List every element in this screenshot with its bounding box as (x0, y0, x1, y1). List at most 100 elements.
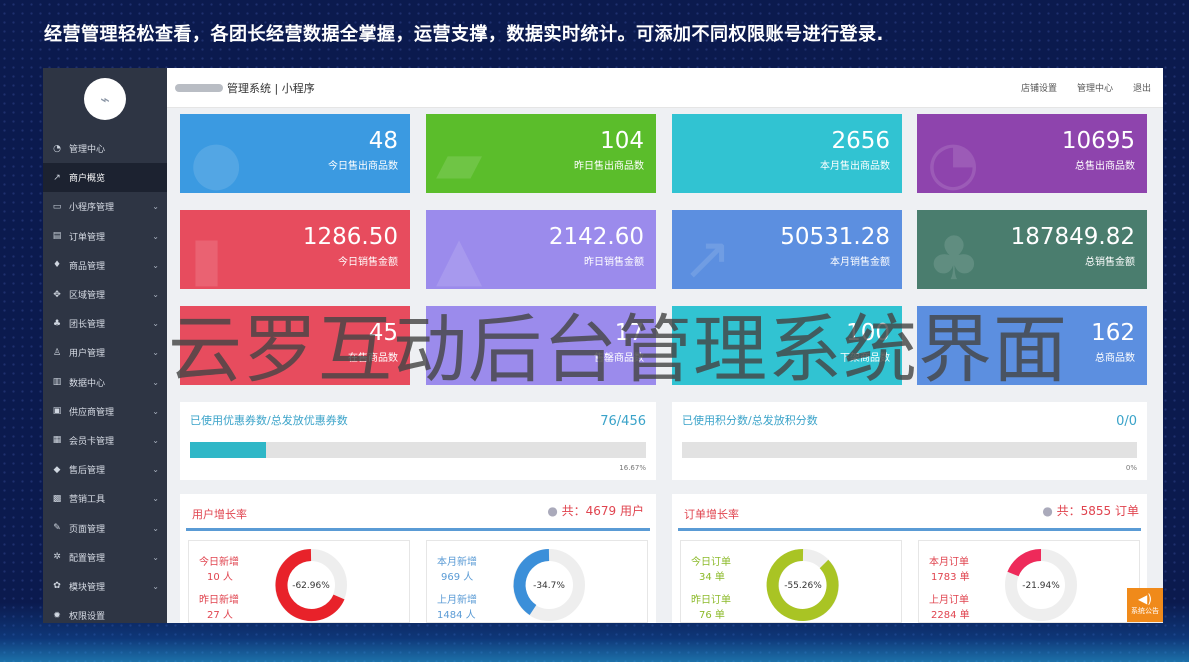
stat-label: 今日售出商品数 (328, 161, 398, 172)
points-progress (682, 442, 1137, 458)
stat-card[interactable]: ● 48 今日售出商品数 (180, 114, 410, 193)
sidebar: ⌁ ◔ 管理中心 ↗ 商户概览 ▭ 小程序管理 ⌄ ▤ 订单管理 ⌄ ♦ 商品管理 ⌄ ✥ 区域管理 ⌄ ♣ 团长… (43, 68, 167, 623)
sidebar-item-label: 售后管理 (69, 466, 106, 477)
sidebar-item[interactable]: ↗ 商户概览 (43, 163, 167, 193)
sidebar-item[interactable]: ♣ 团长管理 ⌄ (43, 309, 167, 338)
card-bg-icon: ▲ (436, 224, 483, 289)
card-bg-icon: ◔ (927, 128, 980, 193)
link-admin-center[interactable]: 管理中心 (1077, 81, 1113, 94)
bar-chart-icon: ▥ (52, 377, 62, 388)
speaker-icon: ◀) (1138, 592, 1152, 606)
modules-icon: ✿ (53, 581, 61, 592)
divider (186, 528, 650, 531)
sidebar-item[interactable]: ▩ 营销工具 ⌄ (43, 484, 167, 513)
divider (678, 528, 1141, 531)
sidebar-item[interactable]: ▣ 供应商管理 ⌄ (43, 397, 167, 426)
stat-value: 1286.50 (302, 224, 398, 250)
stat-value: 48 (368, 128, 398, 154)
sidebar-item[interactable]: ♙ 用户管理 ⌄ (43, 338, 167, 367)
value: 2284 单 (931, 610, 970, 621)
sidebar-item-label: 管理中心 (69, 145, 106, 156)
sidebar-item-label: 模块管理 (69, 582, 106, 593)
cogs-icon: ✲ (53, 552, 61, 563)
sidebar-item[interactable]: ◆ 售后管理 ⌄ (43, 455, 167, 484)
points-panel: 已使用积分数/总发放积分数 0/0 0% (672, 402, 1147, 480)
value: 10 人 (207, 572, 233, 583)
stat-value: 10695 (1061, 128, 1135, 154)
coupon-percent: 16.67% (619, 464, 646, 472)
label: 昨日订单 (691, 595, 731, 606)
sidebar-item[interactable]: ✹ 权限设置 (43, 601, 167, 623)
label: 本月订单 (929, 557, 969, 568)
chevron-down-icon: ⌄ (152, 406, 159, 416)
dashboard-icon: ◔ (53, 143, 61, 154)
sidebar-item[interactable]: ▭ 小程序管理 ⌄ (43, 192, 167, 221)
sidebar-item[interactable]: ✎ 页面管理 ⌄ (43, 513, 167, 542)
sidebar-item[interactable]: ▦ 会员卡管理 ⌄ (43, 426, 167, 455)
brush-icon: ✎ (53, 523, 61, 534)
sidebar-item[interactable]: ♦ 商品管理 ⌄ (43, 251, 167, 280)
label: 本月新增 (437, 557, 477, 568)
user-icon: ● (547, 504, 562, 518)
brand-title: 管理系统 | 小程序 (227, 81, 315, 95)
briefcase-icon: ▣ (52, 406, 62, 417)
stat-card[interactable]: ↗ 50531.28 本月销售金额 (672, 210, 902, 289)
order-daily-card: 今日订单 34 单 昨日订单 76 单 -55.26% (680, 540, 902, 623)
notice-label: 系统公告 (1131, 607, 1159, 615)
value: 76 单 (699, 610, 725, 621)
stat-card[interactable]: 2656 本月售出商品数 (672, 114, 902, 193)
stat-label: 总销售金额 (1085, 257, 1135, 268)
sidebar-item[interactable]: ▤ 订单管理 ⌄ (43, 222, 167, 251)
rate: -62.96% (292, 581, 330, 591)
chevron-down-icon: ⌄ (152, 377, 159, 387)
sidebar-item-label: 小程序管理 (69, 203, 115, 214)
points-percent: 0% (1125, 464, 1137, 472)
sidebar-item-label: 权限设置 (69, 612, 106, 623)
toolbox-icon: ▩ (52, 493, 62, 504)
order-monthly-card: 本月订单 1783 单 上月订单 2284 单 -21.94% (918, 540, 1140, 623)
chevron-down-icon: ⌄ (152, 319, 159, 329)
stat-label: 昨日销售金额 (584, 257, 644, 268)
logo-icon[interactable]: ⌁ (84, 78, 126, 120)
gear-icon: ✹ (53, 610, 61, 621)
card-bg-icon: ▮ (190, 224, 224, 289)
sidebar-item[interactable]: ✿ 模块管理 ⌄ (43, 572, 167, 601)
stat-card[interactable]: ▲ 2142.60 昨日销售金额 (426, 210, 656, 289)
list-icon: ▤ (52, 231, 62, 242)
link-store-settings[interactable]: 店铺设置 (1021, 81, 1057, 94)
gift-icon: ♦ (52, 260, 62, 271)
points-title: 已使用积分数/总发放积分数 (682, 414, 818, 427)
watermark-text: 云罗互动后台管理系统界面 (168, 307, 1068, 393)
sidebar-item-label: 商品管理 (69, 261, 106, 272)
stat-label: 本月售出商品数 (820, 161, 890, 172)
stat-value: 2656 (831, 128, 890, 154)
chevron-down-icon: ⌄ (152, 465, 159, 475)
user-icon: ♙ (52, 347, 62, 358)
sidebar-item[interactable]: ✲ 配置管理 ⌄ (43, 543, 167, 572)
sidebar-item[interactable]: ✥ 区域管理 ⌄ (43, 280, 167, 309)
stat-label: 总售出商品数 (1075, 161, 1135, 172)
sidebar-item-label: 营销工具 (69, 495, 106, 506)
sidebar-item[interactable]: ▥ 数据中心 ⌄ (43, 368, 167, 397)
chevron-down-icon: ⌄ (152, 202, 159, 212)
chevron-down-icon: ⌄ (152, 581, 159, 591)
monitor-icon: ▭ (52, 201, 62, 212)
coupon-panel: 已使用优惠券数/总发放优惠券数 76/456 16.67% (180, 402, 656, 480)
stat-value: 50531.28 (780, 224, 890, 250)
shield-icon: ◆ (53, 464, 61, 475)
stat-card[interactable]: ▮ 1286.50 今日销售金额 (180, 210, 410, 289)
link-logout[interactable]: 退出 (1133, 81, 1151, 94)
stat-card[interactable]: ◔ 10695 总售出商品数 (917, 114, 1147, 193)
user-growth-title: 用户增长率 (192, 508, 247, 521)
sidebar-item[interactable]: ◔ 管理中心 (43, 134, 167, 163)
notice-button[interactable]: ◀) 系统公告 (1127, 588, 1163, 622)
chevron-down-icon: ⌄ (152, 260, 159, 270)
stat-card[interactable]: ▰ 104 昨日售出商品数 (426, 114, 656, 193)
chevron-down-icon: ⌄ (152, 523, 159, 533)
value: 969 人 (441, 572, 474, 583)
points-value: 0/0 (1116, 414, 1137, 429)
stat-card[interactable]: ♣ 187849.82 总销售金额 (917, 210, 1147, 289)
rate: -21.94% (1022, 581, 1060, 591)
chevron-down-icon: ⌄ (152, 290, 159, 300)
rate: -34.7% (533, 581, 565, 591)
